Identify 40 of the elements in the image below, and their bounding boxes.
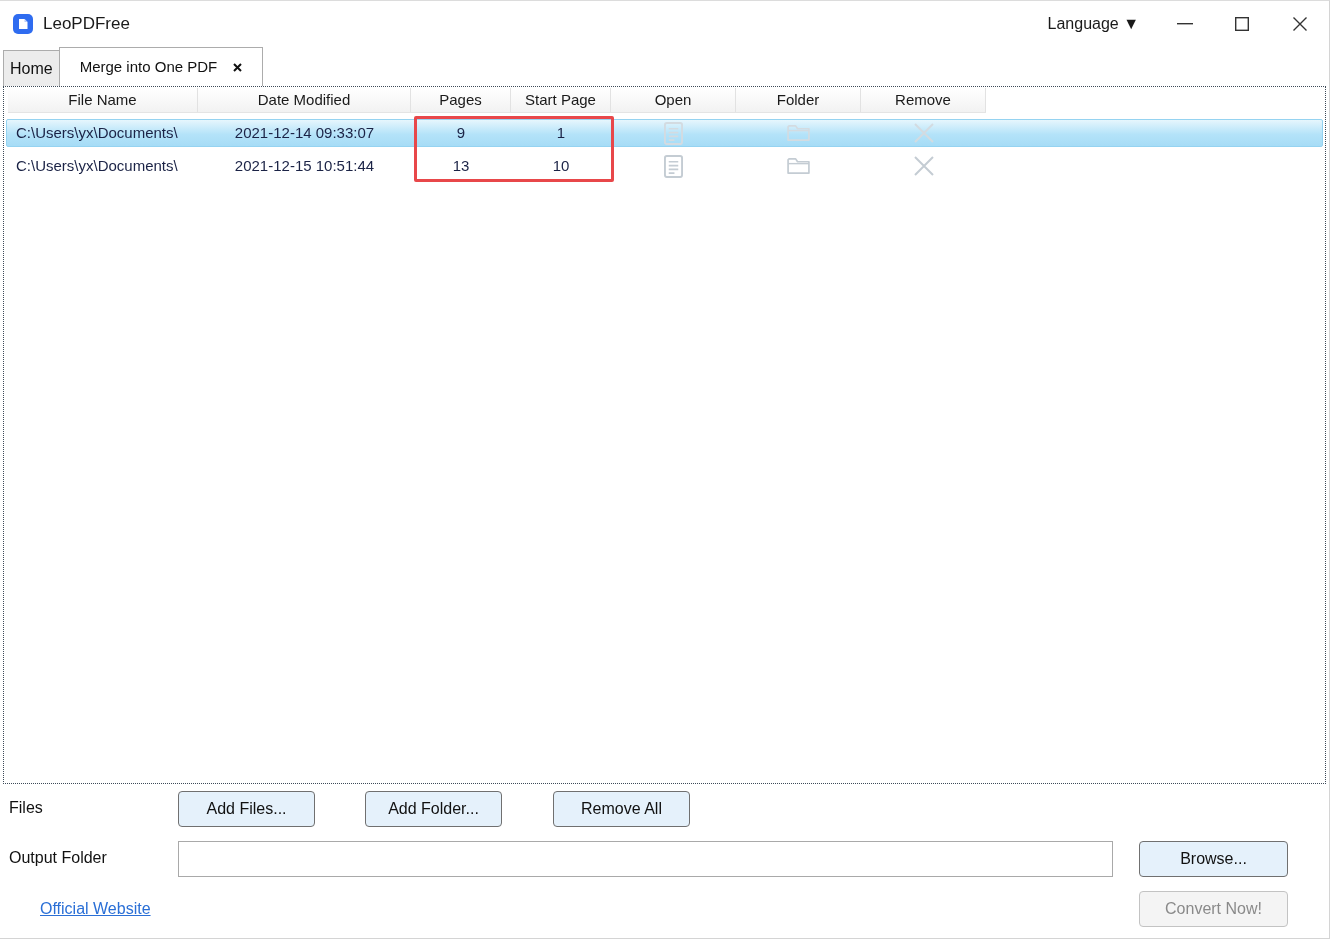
column-header[interactable]: File Name <box>8 88 198 112</box>
tab[interactable]: Home <box>3 50 60 86</box>
file-action-button[interactable]: Add Folder... <box>365 791 502 827</box>
language-dropdown[interactable]: Language ▼ <box>1047 12 1139 36</box>
tab[interactable]: Merge into One PDF <box>58 47 264 86</box>
browse-button[interactable]: Browse... <box>1139 841 1288 877</box>
date-cell: 2021-12-14 09:33:07 <box>234 124 375 141</box>
start-page-cell: 1 <box>556 124 566 141</box>
files-label: Files <box>8 798 44 818</box>
table-row[interactable]: C:\Users\yx\Documents\ 2021-12-14 09:33:07 9 1 <box>6 119 1323 147</box>
column-header[interactable]: Date Modified <box>198 88 411 112</box>
app-title: LeoPDFree <box>43 13 130 36</box>
close-icon[interactable] <box>233 62 243 72</box>
start-page-cell: 10 <box>552 157 570 174</box>
app-logo-icon <box>13 14 33 34</box>
output-folder-field[interactable] <box>178 841 1113 877</box>
pages-cell: 9 <box>456 124 466 141</box>
maximize-icon[interactable] <box>1235 17 1249 31</box>
column-header[interactable]: Open <box>611 88 736 112</box>
pages-cell: 13 <box>452 157 470 174</box>
folder-icon[interactable] <box>787 124 810 142</box>
column-header[interactable]: Remove <box>861 88 986 112</box>
close-icon[interactable] <box>1293 17 1307 31</box>
file-name-cell: C:\Users\yx\Documents\ <box>16 124 178 141</box>
column-header[interactable]: Start Page <box>511 88 611 112</box>
date-cell: 2021-12-15 10:51:44 <box>234 157 375 174</box>
document-icon[interactable] <box>664 154 683 178</box>
remove-x-icon[interactable] <box>913 123 934 143</box>
file-action-button[interactable]: Add Files... <box>178 791 315 827</box>
official-website-link[interactable]: Official Website <box>40 897 151 921</box>
minimize-icon[interactable] <box>1177 23 1193 25</box>
table-row[interactable]: C:\Users\yx\Documents\ 2021-12-15 10:51:44 13 10 <box>6 152 1323 180</box>
remove-x-icon[interactable] <box>913 156 934 176</box>
folder-icon[interactable] <box>787 157 810 175</box>
column-header[interactable]: Pages <box>411 88 511 112</box>
column-header[interactable]: Folder <box>736 88 861 112</box>
document-icon[interactable] <box>664 121 683 145</box>
file-name-cell: C:\Users\yx\Documents\ <box>16 157 178 174</box>
output-folder-label: Output Folder <box>8 848 108 868</box>
file-action-button[interactable]: Remove All <box>553 791 690 827</box>
